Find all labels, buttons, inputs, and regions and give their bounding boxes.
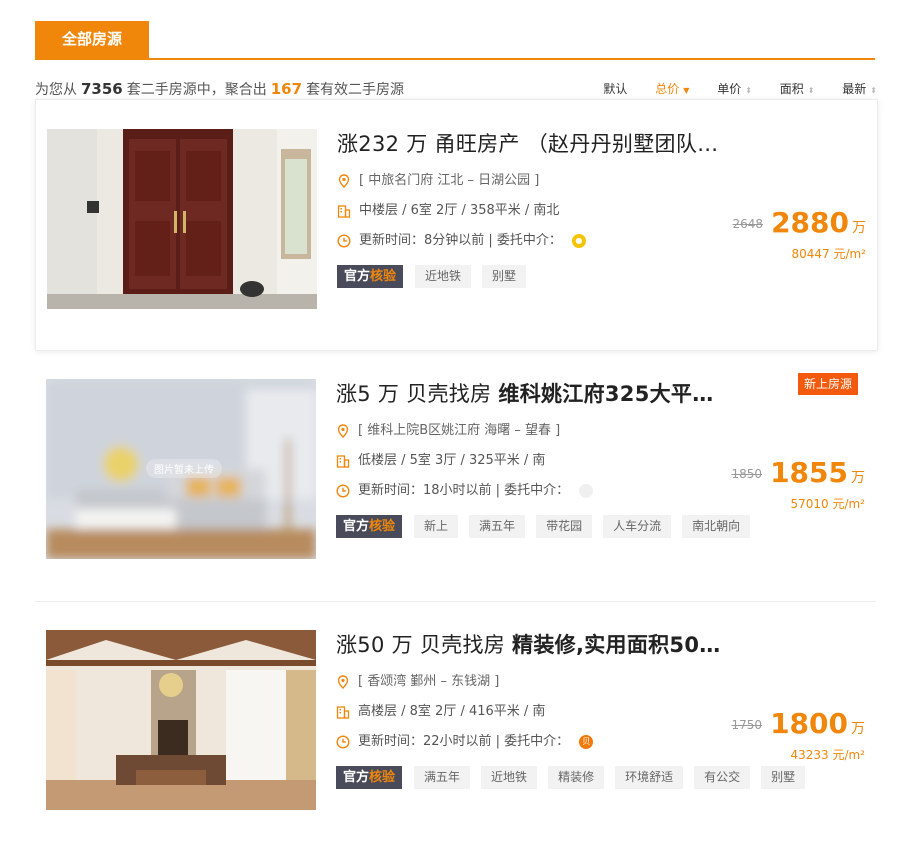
official-verified-badge: 官方核验 bbox=[336, 515, 403, 538]
location-pin-icon bbox=[338, 174, 350, 188]
listing-card[interactable]: 图片暂未上传 涨5 万 贝壳找房 维科姚江府325大平… [ 维科上院B区姚江府… bbox=[35, 350, 876, 602]
listing-price: 1850 1855 万 57010 元/m² bbox=[685, 456, 865, 512]
location-pin-icon bbox=[337, 675, 349, 689]
building-icon bbox=[336, 706, 350, 719]
unit-price: 57010 元/m² bbox=[790, 497, 865, 511]
tag-list: 官方核验 近地铁 别墅 bbox=[337, 265, 877, 288]
listing-photo[interactable] bbox=[46, 630, 316, 810]
tag-list: 官方核验 新上 满五年 带花园 人车分流 南北朝向 bbox=[336, 515, 876, 538]
tag: 别墅 bbox=[761, 766, 806, 789]
building-icon bbox=[337, 205, 351, 218]
sort-unit-price[interactable]: 单价 ⬍ bbox=[717, 81, 752, 99]
current-price: 2880 bbox=[771, 206, 849, 239]
tag: 南北朝向 bbox=[682, 515, 751, 538]
listing-title[interactable]: 涨232 万 甬旺房产 （赵丹丹别墅团队… bbox=[337, 129, 877, 159]
new-listing-badge: 新上房源 bbox=[797, 373, 858, 395]
old-price: 2648 bbox=[732, 217, 764, 231]
yellow-agent-icon[interactable]: ● bbox=[571, 234, 586, 248]
agent-placeholder-icon bbox=[579, 484, 594, 498]
listing-price: 2648 2880 万 80447 元/m² bbox=[686, 206, 866, 262]
listing-card[interactable]: 涨50 万 贝壳找房 精装修,实用面积50… [ 香颂湾 鄞州 – 东钱湖 ] … bbox=[35, 601, 876, 852]
clock-icon bbox=[336, 735, 350, 749]
sort-arrow-icon: ⬍ bbox=[870, 86, 877, 95]
listing-photo[interactable]: 图片暂未上传 bbox=[46, 379, 316, 559]
tag: 人车分流 bbox=[603, 515, 672, 538]
tag: 有公交 bbox=[694, 766, 751, 789]
tab-bar: 全部房源 bbox=[35, 21, 875, 60]
old-price: 1850 bbox=[731, 467, 763, 481]
sort-arrow-icon: ▼ bbox=[683, 86, 690, 95]
sort-total-price[interactable]: 总价 ▼ bbox=[655, 81, 689, 99]
official-verified-badge: 官方核验 bbox=[337, 265, 404, 288]
sort-arrow-icon: ⬍ bbox=[807, 86, 815, 95]
listing-photo[interactable] bbox=[47, 129, 317, 309]
tag: 满五年 bbox=[414, 766, 471, 789]
total-count: 7356 bbox=[81, 80, 123, 98]
tag: 满五年 bbox=[469, 515, 526, 538]
unit-price: 43233 元/m² bbox=[790, 748, 865, 762]
photo-placeholder-label: 图片暂未上传 bbox=[146, 459, 222, 478]
listing-address: [ 中旅名门府 江北 – 日湖公园 ] bbox=[337, 173, 877, 189]
sort-newest[interactable]: 最新 ⬍ bbox=[842, 81, 877, 99]
current-price: 1855 bbox=[770, 456, 848, 489]
location-pin-icon bbox=[337, 424, 349, 438]
listing-address: [ 维科上院B区姚江府 海曙 – 望春 ] bbox=[336, 423, 876, 439]
listing-title[interactable]: 涨50 万 贝壳找房 精装修,实用面积50… bbox=[336, 630, 876, 660]
tag: 环境舒适 bbox=[615, 766, 684, 789]
tag: 别墅 bbox=[482, 265, 527, 288]
current-price: 1800 bbox=[770, 707, 848, 740]
orange-agent-icon[interactable]: 贝 bbox=[579, 735, 594, 749]
tag: 近地铁 bbox=[415, 265, 472, 288]
clock-icon bbox=[337, 234, 351, 248]
sort-bar: 默认 总价 ▼ 单价 ⬍ 面积 ⬍ 最新 ⬍ bbox=[579, 81, 877, 99]
result-summary: 为您从 7356 套二手房源中，聚合出 167 套有效二手房源 bbox=[35, 80, 405, 98]
unit-price: 80447 元/m² bbox=[791, 247, 866, 261]
tag: 带花园 bbox=[536, 515, 593, 538]
listing-card[interactable]: 涨232 万 甬旺房产 （赵丹丹别墅团队… [ 中旅名门府 江北 – 日湖公园 … bbox=[35, 99, 878, 351]
building-icon bbox=[336, 455, 350, 468]
listing-price: 1750 1800 万 43233 元/m² bbox=[685, 707, 865, 763]
listing-title[interactable]: 涨5 万 贝壳找房 维科姚江府325大平… bbox=[336, 379, 876, 409]
sort-area[interactable]: 面积 ⬍ bbox=[780, 81, 815, 99]
old-price: 1750 bbox=[731, 718, 763, 732]
sort-arrow-icon: ⬍ bbox=[745, 86, 752, 95]
sort-default[interactable]: 默认 bbox=[603, 81, 627, 97]
tag: 近地铁 bbox=[481, 766, 538, 789]
tag: 新上 bbox=[414, 515, 459, 538]
tag: 精装修 bbox=[548, 766, 605, 789]
listing-address: [ 香颂湾 鄞州 – 东钱湖 ] bbox=[336, 674, 876, 690]
tab-all-listings[interactable]: 全部房源 bbox=[35, 21, 149, 58]
official-verified-badge: 官方核验 bbox=[336, 766, 403, 789]
tag-list: 官方核验 满五年 近地铁 精装修 环境舒适 有公交 别墅 bbox=[336, 766, 876, 789]
clock-icon bbox=[336, 484, 350, 498]
matched-count: 167 bbox=[270, 80, 303, 98]
